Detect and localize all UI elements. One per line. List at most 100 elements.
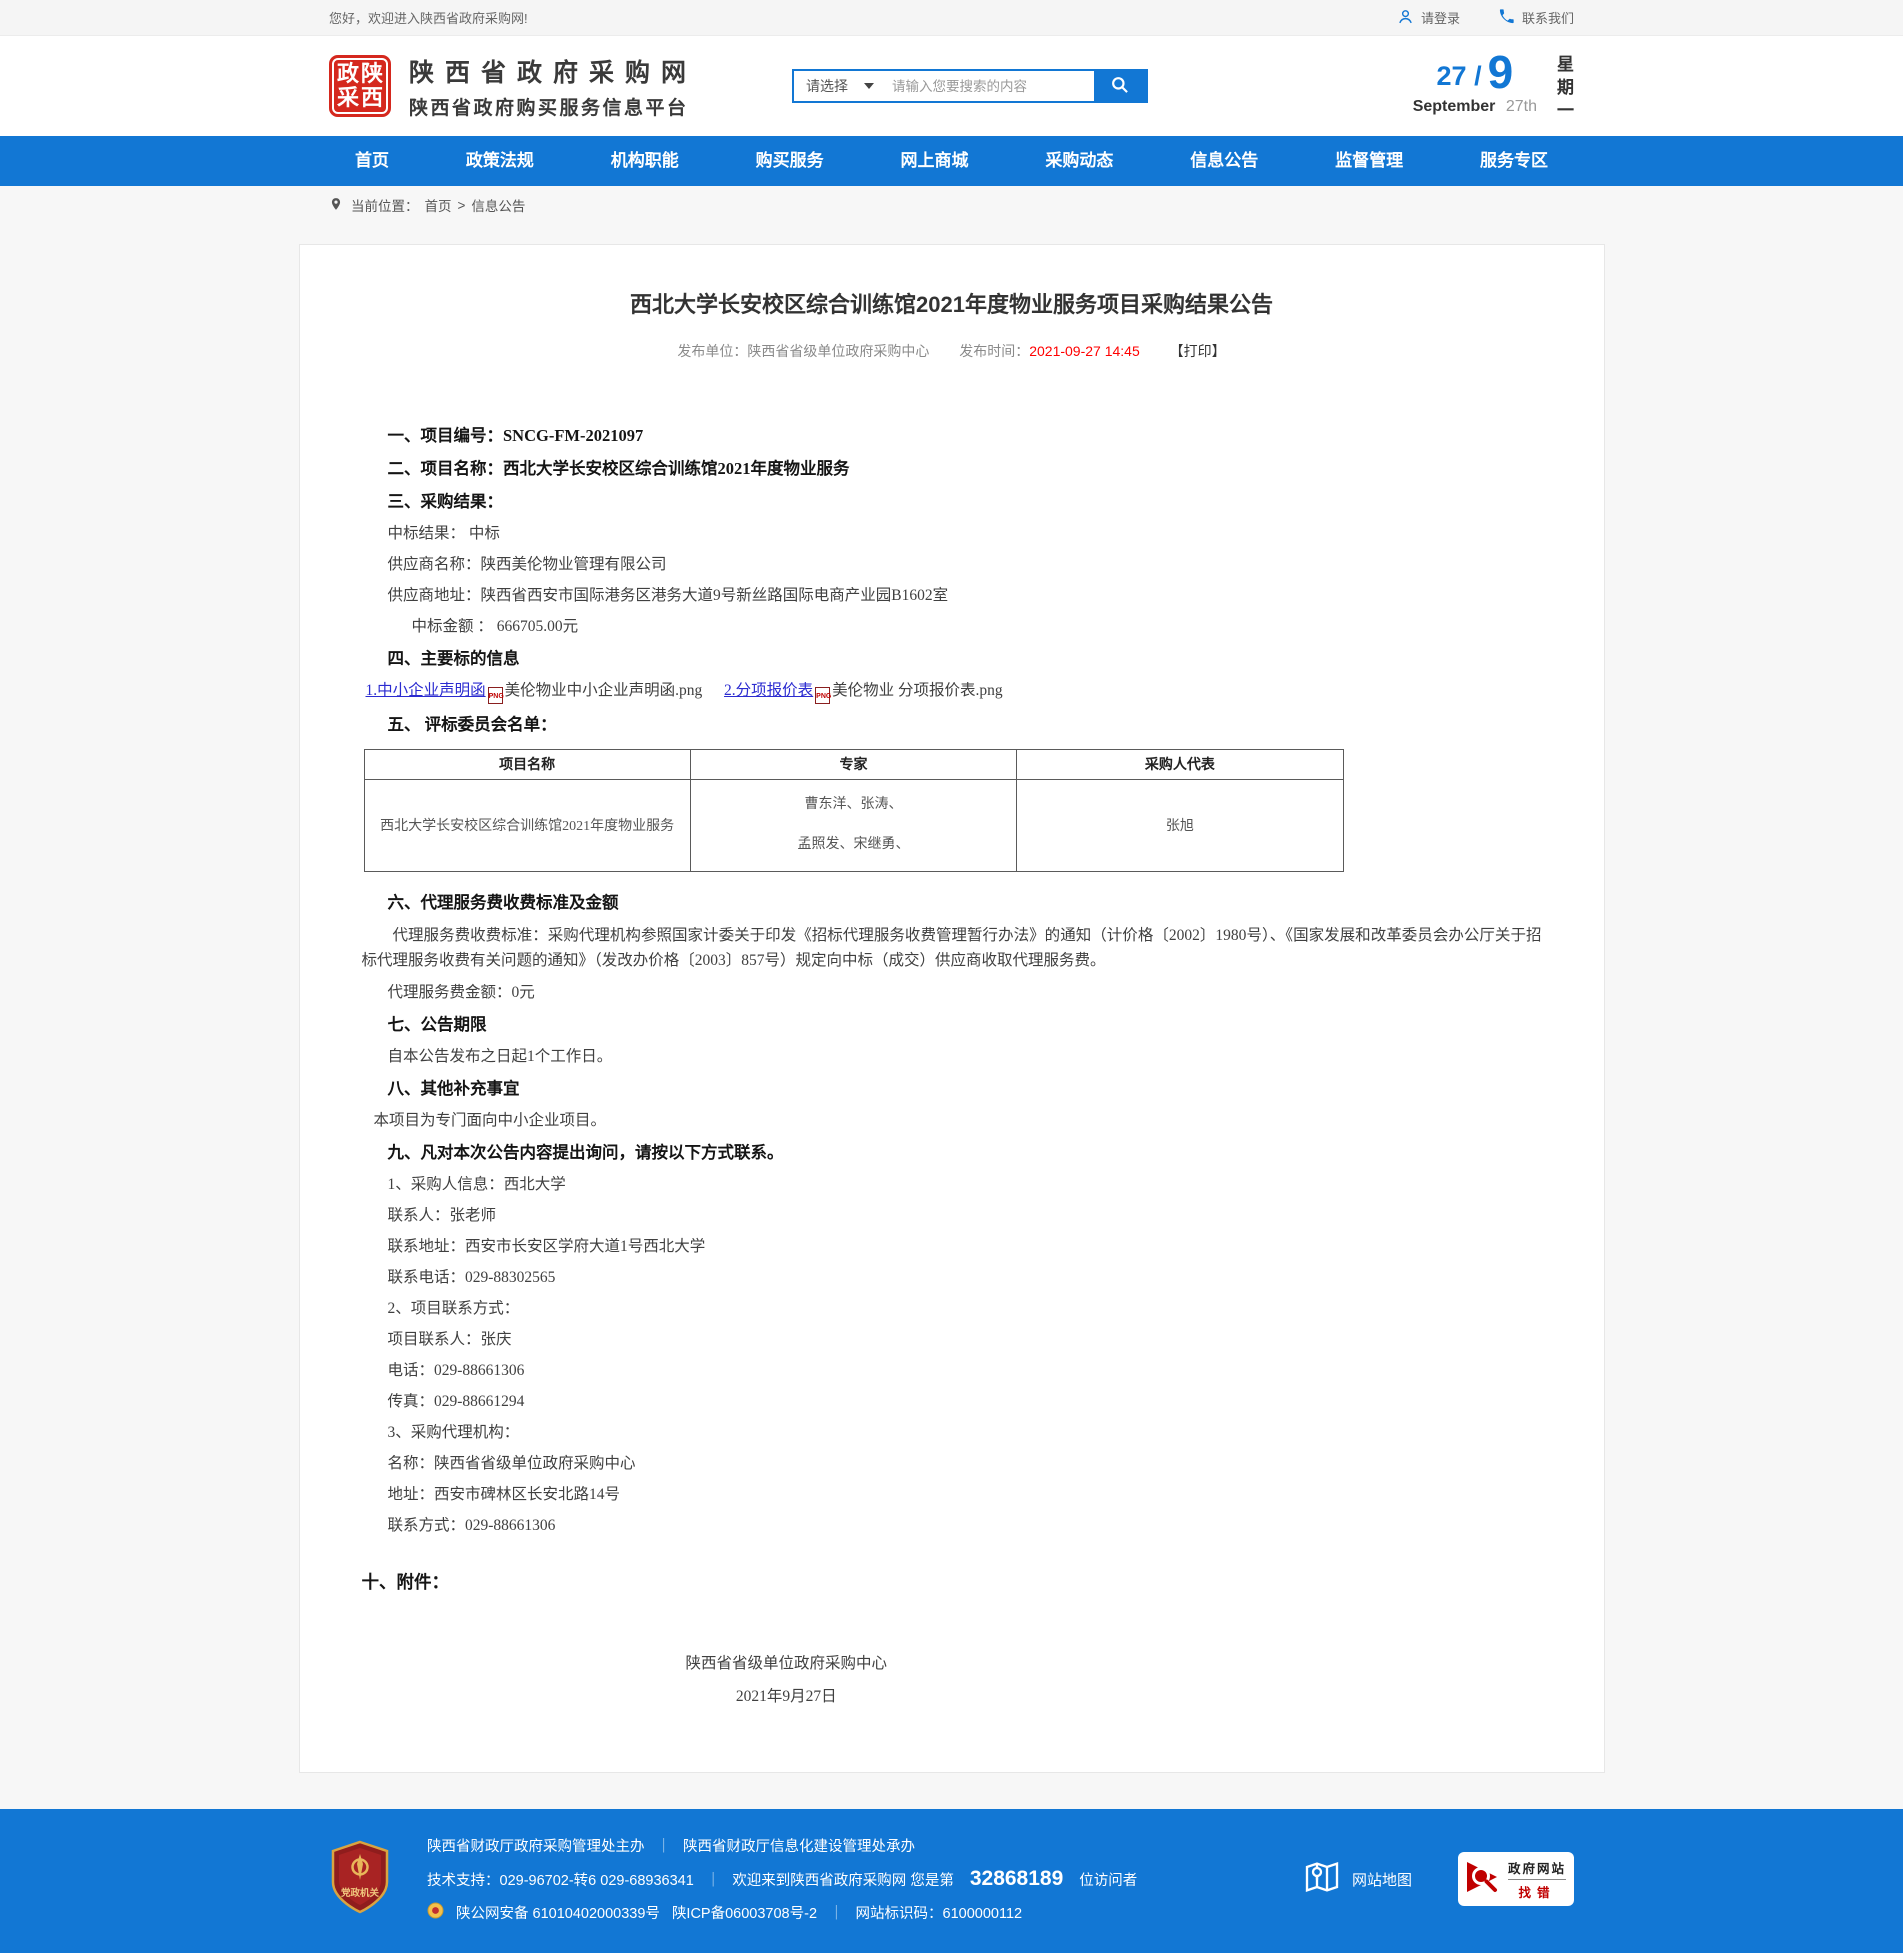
publisher-label: 发布单位：	[677, 343, 747, 359]
user-icon	[1397, 8, 1414, 28]
site-id-code: 网站标识码：6100000112	[856, 1902, 1023, 1923]
attachment-link-sme-declaration[interactable]: 1.中小企业声明函	[366, 682, 486, 699]
section-6-heading: 六、代理服务费收费标准及金额	[362, 886, 1542, 919]
article-card: 西北大学长安校区综合训练馆2021年度物业服务项目采购结果公告 发布单位：陕西省…	[299, 244, 1605, 1773]
signature-date: 2021年9月27日	[362, 1685, 1212, 1708]
section-5-heading: 五、 评标委员会名单：	[362, 708, 1542, 741]
map-icon	[1302, 1857, 1342, 1901]
search-icon	[1110, 75, 1130, 98]
login-label: 请登录	[1421, 8, 1460, 27]
gov-badge-bottom-label: 找错	[1508, 1880, 1566, 1901]
cell-buyer-rep: 张旭	[1017, 779, 1343, 871]
date-widget: 27 / 9 September 27th 星 期 一	[1413, 51, 1574, 122]
col-header-buyer-rep: 采购人代表	[1017, 749, 1343, 779]
visitor-count: 32868189	[970, 1867, 1063, 1891]
breadcrumb-current: 信息公告	[471, 195, 525, 215]
agency-fee-amount-line: 代理服务费金额：0元	[362, 977, 1542, 1008]
icp-record-link[interactable]: 陕ICP备06003708号-2	[672, 1902, 817, 1923]
publish-time-label: 发布时间：	[959, 343, 1029, 359]
contact-link[interactable]: 联系我们	[1498, 8, 1574, 28]
date-day: 27 /	[1437, 59, 1482, 93]
nav-item-announcements[interactable]: 信息公告	[1176, 136, 1272, 186]
breadcrumb-home[interactable]: 首页	[425, 195, 452, 215]
sitemap-link[interactable]: 网站地图	[1302, 1857, 1412, 1901]
nav-item-home[interactable]: 首页	[341, 136, 403, 186]
cell-experts: 曹东洋、张涛、 孟照发、宋继勇、	[690, 779, 1016, 871]
nav-item-procurement-news[interactable]: 采购动态	[1031, 136, 1127, 186]
party-government-emblem: 党政机关	[329, 1840, 391, 1919]
date-month-name: September	[1413, 98, 1496, 115]
project-phone-line: 电话：029-88661306	[362, 1355, 1542, 1386]
agency-name-line: 名称：陕西省省级单位政府采购中心	[362, 1448, 1542, 1479]
project-fax-line: 传真：029-88661294	[362, 1386, 1542, 1417]
find-error-logo-icon	[1464, 1857, 1502, 1902]
site-title: 陕西省政府采购网	[409, 53, 697, 89]
print-button[interactable]: 【打印】	[1170, 343, 1226, 359]
footer-text: 陕西省财政厅政府采购管理处主办 ｜ 陕西省财政厅信息化建设管理处承办 技术支持：…	[427, 1835, 1137, 1923]
gov-badge-top-label: 政府网站	[1508, 1858, 1566, 1880]
nav-item-purchase-services[interactable]: 购买服务	[742, 136, 838, 186]
login-link[interactable]: 请登录	[1397, 8, 1460, 28]
section-8-heading: 八、其他补充事宜	[362, 1072, 1542, 1105]
section-2-heading: 二、项目名称：西北大学长安校区综合训练馆2021年度物业服务	[362, 452, 1542, 485]
search-box: 请选择	[792, 69, 1148, 103]
site-logo[interactable]: 政 陕 采 西	[329, 55, 391, 117]
search-input[interactable]	[884, 71, 1094, 101]
section-9-heading: 九、凡对本次公告内容提出询问，请按以下方式联系。	[362, 1136, 1542, 1169]
footer-undertake-org: 陕西省财政厅信息化建设管理处承办	[683, 1835, 915, 1856]
main-nav: 首页 政策法规 机构职能 购买服务 网上商城 采购动态 信息公告 监督管理 服务…	[0, 136, 1903, 186]
date-month: 9	[1488, 51, 1514, 93]
attachment-filename-1: 美伦物业中小企业声明函.png	[505, 682, 703, 699]
sme-note-line: 本项目为专门面向中小企业项目。	[362, 1105, 1542, 1136]
site-header: 政 陕 采 西 陕西省政府采购网 陕西省政府购买服务信息平台 请选择	[0, 36, 1903, 136]
attachment-link-itemized-quote[interactable]: 2.分项报价表	[724, 682, 813, 699]
buyer-address-line: 联系地址：西安市长安区学府大道1号西北大学	[362, 1231, 1542, 1262]
nav-item-functions[interactable]: 机构职能	[597, 136, 693, 186]
buyer-contact-person-line: 联系人：张老师	[362, 1200, 1542, 1231]
breadcrumb-separator: >	[458, 198, 466, 213]
announcement-period-line: 自本公告发布之日起1个工作日。	[362, 1041, 1542, 1072]
table-header-row: 项目名称 专家 采购人代表	[364, 749, 1343, 779]
police-badge-icon	[427, 1902, 444, 1923]
png-file-icon: PNG	[488, 687, 503, 704]
col-header-project-name: 项目名称	[364, 749, 690, 779]
sitemap-label: 网站地图	[1352, 1869, 1412, 1890]
welcome-text: 您好，欢迎进入陕西省政府采购网!	[329, 8, 528, 27]
nav-item-service-zone[interactable]: 服务专区	[1466, 136, 1562, 186]
supplier-address-line: 供应商地址：陕西省西安市国际港务区港务大道9号新丝路国际电商产业园B1602室	[362, 580, 1542, 611]
location-pin-icon	[329, 197, 345, 214]
footer-visitor-suffix: 位访问者	[1079, 1869, 1137, 1890]
supplier-name-line: 供应商名称：陕西美伦物业管理有限公司	[362, 549, 1542, 580]
buyer-info-line: 1、采购人信息：西北大学	[362, 1169, 1542, 1200]
site-subtitle: 陕西省政府购买服务信息平台	[409, 93, 697, 120]
agency-heading-line: 3、采购代理机构：	[362, 1417, 1542, 1448]
search-category-label: 请选择	[806, 76, 848, 96]
search-category-select[interactable]: 请选择	[794, 71, 884, 101]
agency-address-line: 地址：西安市碑林区长安北路14号	[362, 1479, 1542, 1510]
search-button[interactable]	[1094, 71, 1146, 101]
gov-site-error-report-badge[interactable]: 政府网站 找错	[1458, 1852, 1574, 1906]
nav-item-online-mall[interactable]: 网上商城	[887, 136, 983, 186]
topbar: 您好，欢迎进入陕西省政府采购网! 请登录 联系我们	[0, 0, 1903, 36]
page-title: 西北大学长安校区综合训练馆2021年度物业服务项目采购结果公告	[348, 287, 1556, 319]
nav-item-supervision[interactable]: 监督管理	[1321, 136, 1417, 186]
publish-time-value: 2021-09-27 14:45	[1029, 343, 1140, 359]
attachments-line: 1.中小企业声明函PNG美伦物业中小企业声明函.png 2.分项报价表PNG美伦…	[362, 675, 1542, 708]
project-contact-heading-line: 2、项目联系方式：	[362, 1293, 1542, 1324]
date-ordinal: 27th	[1506, 98, 1537, 115]
evaluation-committee-table: 项目名称 专家 采购人代表 西北大学长安校区综合训练馆2021年度物业服务 曹东…	[364, 749, 1344, 872]
svg-text:党政机关: 党政机关	[341, 1887, 380, 1899]
section-10-heading: 十、附件：	[362, 1565, 1542, 1600]
phone-icon	[1498, 8, 1515, 28]
project-contact-person-line: 项目联系人：张庆	[362, 1324, 1542, 1355]
bid-amount-line: 中标金额 ： 666705.00元	[362, 611, 1542, 642]
buyer-phone-line: 联系电话：029-88302565	[362, 1262, 1542, 1293]
police-record-link[interactable]: 陕公网安备 61010402000339号	[456, 1902, 660, 1923]
section-3-heading: 三、采购结果：	[362, 485, 1542, 518]
date-weekday: 星 期 一	[1557, 51, 1574, 122]
png-file-icon: PNG	[815, 687, 830, 704]
section-7-heading: 七、公告期限	[362, 1008, 1542, 1041]
breadcrumb-bar: 当前位置： 首页 > 信息公告	[0, 186, 1903, 224]
nav-item-policies[interactable]: 政策法规	[452, 136, 548, 186]
agency-phone-line: 联系方式：029-88661306	[362, 1510, 1542, 1541]
